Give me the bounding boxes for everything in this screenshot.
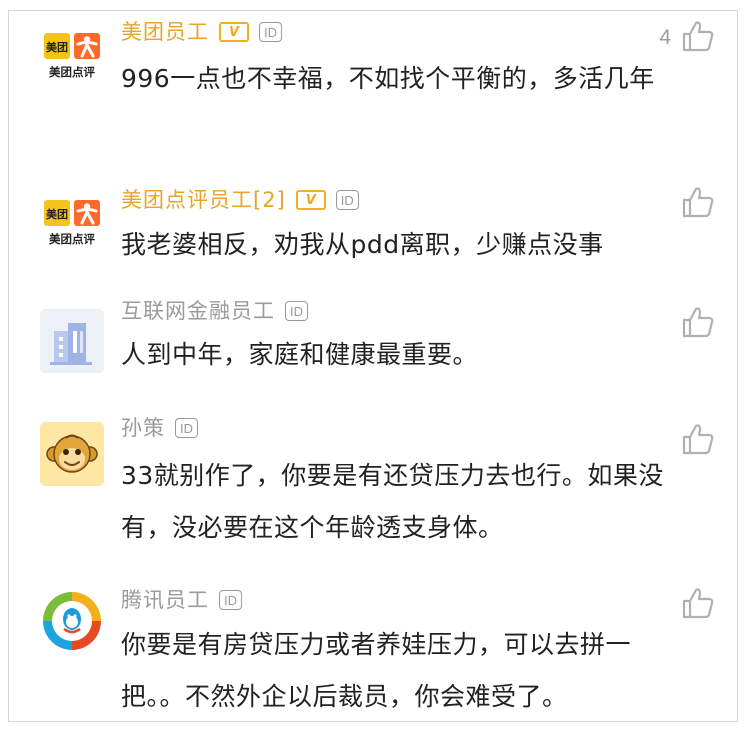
user-name[interactable]: 美团点评员工[2] <box>121 185 286 215</box>
like-count: 4 <box>659 26 671 49</box>
comment-text: 33就别作了，你要是有还贷压力去也行。如果没有，没必要在这个年龄透支身体。 <box>121 461 664 542</box>
thumbs-up-icon[interactable] <box>681 185 715 219</box>
building-icon <box>40 309 104 373</box>
avatar[interactable]: 美团 美团点评 <box>40 196 104 260</box>
thumbs-up-icon[interactable] <box>681 19 715 53</box>
logo-lettering: 美团 <box>46 207 68 221</box>
comment-list: 美团 美团点评 美团员工 V ID 996一点也不幸福，不如找个平衡的，多活几年… <box>8 10 738 722</box>
user-name[interactable]: 美团员工 <box>121 17 209 47</box>
logo-lettering: 美团点评 <box>49 65 95 79</box>
thumbs-up-icon[interactable] <box>681 422 715 456</box>
logo-lettering: 美团 <box>46 40 68 54</box>
id-badge: ID <box>335 190 359 210</box>
monkey-icon <box>40 422 104 486</box>
meituan-dianping-logo-icon: 美团 美团点评 <box>40 196 104 260</box>
id-badge: ID <box>175 418 198 438</box>
avatar[interactable] <box>40 422 104 486</box>
tencent-logo-icon <box>41 590 103 652</box>
avatar[interactable]: 美团 美团点评 <box>40 29 104 93</box>
comment-text: 996一点也不幸福，不如找个平衡的，多活几年 <box>121 64 655 93</box>
comment-text: 人到中年，家庭和健康最重要。 <box>121 340 479 369</box>
user-name[interactable]: 腾讯员工 <box>121 585 209 615</box>
thumbs-up-icon[interactable] <box>681 305 715 339</box>
avatar[interactable] <box>40 589 104 653</box>
comment-text: 你要是有房贷压力或者养娃压力，可以去拼一把。。不然外企以后裁员，你会难受了。 <box>121 630 632 711</box>
verified-badge: V <box>219 22 249 42</box>
id-badge: ID <box>219 590 242 610</box>
logo-lettering: 美团点评 <box>49 232 95 246</box>
thumbs-up-icon[interactable] <box>681 586 715 620</box>
id-badge: ID <box>259 22 282 42</box>
user-name[interactable]: 孙策 <box>121 413 165 443</box>
avatar[interactable] <box>40 309 104 373</box>
id-badge: ID <box>285 301 308 321</box>
user-name[interactable]: 互联网金融员工 <box>121 296 275 326</box>
comment-text: 我老婆相反，劝我从pdd离职，少赚点没事 <box>121 230 604 259</box>
meituan-dianping-logo-icon: 美团 美团点评 <box>40 29 104 93</box>
verified-badge: V <box>295 190 326 210</box>
